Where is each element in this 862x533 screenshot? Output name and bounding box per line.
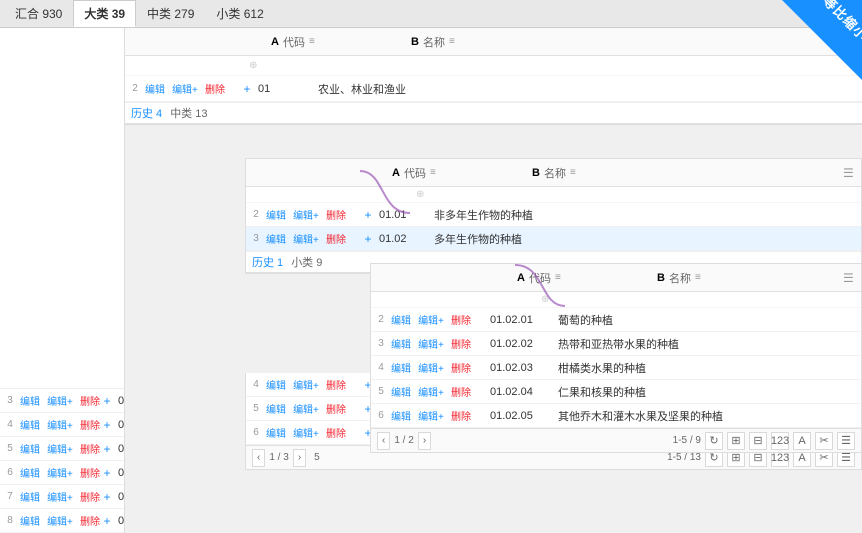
tab-dalei[interactable]: 大类 39 — [73, 0, 136, 27]
level3-filter-b[interactable]: ≡ — [695, 272, 701, 283]
empty-row: ⊕ — [125, 56, 862, 76]
list-item: 6 编辑 编辑+ 删除 + 05 皮革及皮革制品 — [0, 461, 124, 485]
level3-col-b-label: 名称 — [669, 270, 691, 286]
expand-btn[interactable]: ⊞ — [727, 432, 745, 450]
level2-row-1: 2 编辑 编辑+ 删除 + 01.01 非多年生作物的种植 — [246, 203, 861, 227]
tab-bar: 汇合 930 大类 39 中类 279 小类 612 等比缩小 — [0, 0, 862, 28]
level2-filter-b[interactable]: ≡ — [570, 167, 576, 178]
num-btn[interactable]: 123 — [771, 432, 789, 450]
level2-panel: A 代码 ≡ B 名称 ≡ ☰ ⊕ 2 编辑 编辑+ 删除 + — [245, 158, 862, 274]
level3-col-a-label: 代码 — [529, 270, 551, 286]
col-a-header: A 代码 ≡ — [265, 34, 405, 50]
list-item: 5 编辑 编辑+ 删除 + 04 纺织品及纺织制品 — [0, 437, 124, 461]
level2-next-btn[interactable]: › — [293, 449, 306, 467]
level3-row-1: 2 编辑 编辑+ 删除 01.02.01 葡萄的种植 — [371, 308, 861, 332]
list-item: 8 编辑 编辑+ 删除 + 07 纸张、纸及纸制品 — [0, 509, 124, 533]
tab-xiaolei[interactable]: 小类 612 — [205, 0, 274, 27]
filter-icon-b[interactable]: ≡ — [449, 36, 455, 47]
level3-row-2: 3 编辑 编辑+ 删除 01.02.02 热带和亚热带水果的种植 — [371, 332, 861, 356]
level2-menu-icon[interactable]: ☰ — [843, 166, 861, 180]
level3-row-3: 4 编辑 编辑+ 删除 01.02.03 柑橘类水果的种植 — [371, 356, 861, 380]
left-sidebar: 3 编辑 编辑+ 删除 + 02 采矿业和采石业 4 编辑 编辑+ 删除 + 0… — [0, 28, 125, 533]
corner-banner: 等比缩小 — [782, 0, 862, 80]
prev-btn[interactable]: ‹ — [377, 432, 390, 450]
filter-icon[interactable]: ≡ — [309, 36, 315, 47]
list-item: 7 编辑 编辑+ 删除 + 06 木材及木制品 — [0, 485, 124, 509]
level1-col-b-label: 名称 — [423, 34, 445, 50]
refresh-btn[interactable]: ↻ — [705, 432, 723, 450]
grid-btn[interactable]: ☰ — [837, 432, 855, 450]
level2-filter-a[interactable]: ≡ — [430, 167, 436, 178]
level3-row-4: 5 编辑 编辑+ 删除 01.02.04 仁果和核果的种植 — [371, 380, 861, 404]
level3-panel: A 代码 ≡ B 名称 ≡ ☰ ⊕ 2 编辑 编辑+ 删除 01.02 — [370, 263, 862, 453]
level3-menu-icon[interactable]: ☰ — [843, 271, 861, 285]
alpha-btn[interactable]: A — [793, 432, 811, 450]
level1-row-1: 2 编辑 编辑+ 删除 + 01 农业、林业和渔业 — [125, 76, 862, 102]
col-b-header: B 名称 ≡ — [405, 34, 844, 50]
tab-huihe[interactable]: 汇合 930 — [4, 0, 73, 27]
level3-filter-a[interactable]: ≡ — [555, 272, 561, 283]
level2-prev-btn[interactable]: ‹ — [252, 449, 265, 467]
collapse-btn[interactable]: ⊟ — [749, 432, 767, 450]
list-item: 4 编辑 编辑+ 删除 + 03 食品、饮料和烟草 — [0, 413, 124, 437]
level3-row-5: 6 编辑 编辑+ 删除 01.02.05 其他乔木和灌木水果及坚果的种植 — [371, 404, 861, 428]
main-content: 3 编辑 编辑+ 删除 + 02 采矿业和采石业 4 编辑 编辑+ 删除 + 0… — [0, 28, 862, 533]
level1-table-header: A 代码 ≡ B 名称 ≡ ☰ — [125, 28, 862, 56]
list-item: 3 编辑 编辑+ 删除 + 02 采矿业和采石业 — [0, 389, 124, 413]
level2-col-b-label: 名称 — [544, 165, 566, 181]
tab-zhonglei[interactable]: 中类 279 — [136, 0, 205, 27]
level2-col-a-label: 代码 — [404, 165, 426, 181]
panels-area: A 代码 ≡ B 名称 ≡ ☰ ⊕ 2 编辑 编辑+ — [125, 28, 862, 533]
level1-sub-header: 历史 4 中类 13 — [125, 102, 862, 124]
empty-row-3: ⊕ — [371, 292, 861, 308]
next-btn[interactable]: › — [418, 432, 431, 450]
level3-pagination: ‹ 1 / 2 › 1-5 / 9 ↻ ⊞ ⊟ 123 A ✂ ☰ — [371, 428, 861, 452]
level2-table-header: A 代码 ≡ B 名称 ≡ ☰ — [246, 159, 861, 187]
left-sidebar-rows: 3 编辑 编辑+ 删除 + 02 采矿业和采石业 4 编辑 编辑+ 删除 + 0… — [0, 389, 124, 533]
level1-panel: A 代码 ≡ B 名称 ≡ ☰ ⊕ 2 编辑 编辑+ — [125, 28, 862, 125]
empty-row-2: ⊕ — [246, 187, 861, 203]
cut-btn[interactable]: ✂ — [815, 432, 833, 450]
level1-col-a-label: 代码 — [283, 34, 305, 50]
level2-row-2: 3 编辑 编辑+ 删除 + 01.02 多年生作物的种植 — [246, 227, 861, 251]
level3-table-header: A 代码 ≡ B 名称 ≡ ☰ — [371, 264, 861, 292]
